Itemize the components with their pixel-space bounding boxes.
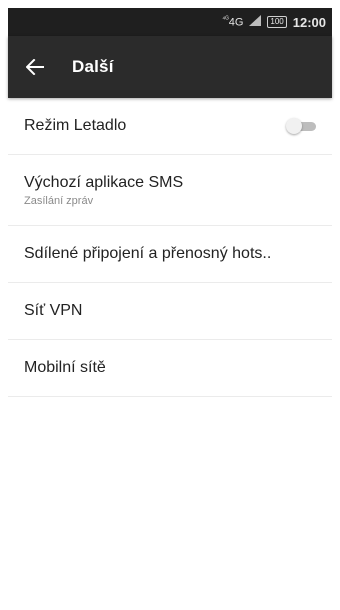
default-sms-app-label: Výchozí aplikace SMS (24, 173, 184, 191)
default-sms-app-row[interactable]: Výchozí aplikace SMS Zasílání zpráv (8, 155, 332, 226)
status-bar: ⁴ᴳ4G 100 12:00 (8, 8, 332, 36)
network-type: ⁴ᴳ4G (222, 15, 244, 29)
airplane-mode-toggle[interactable] (286, 118, 318, 134)
arrow-back-icon[interactable] (24, 56, 46, 78)
signal-icon (249, 15, 262, 29)
vpn-row[interactable]: Síť VPN (8, 283, 332, 340)
default-sms-app-value: Zasílání zpráv (24, 194, 94, 207)
screen: ⁴ᴳ4G 100 12:00 Další Režim Letadlo Výcho… (0, 0, 340, 610)
toggle-thumb (286, 118, 302, 134)
tethering-hotspot-row[interactable]: Sdílené připojení a přenosný hots.. (8, 226, 332, 283)
vpn-label: Síť VPN (24, 302, 83, 319)
app-bar: Další (8, 36, 332, 98)
mobile-networks-label: Mobilní sítě (24, 359, 106, 376)
clock: 12:00 (292, 14, 326, 30)
page-title: Další (72, 57, 114, 76)
settings-list: Režim Letadlo Výchozí aplikace SMS Zasíl… (8, 98, 332, 397)
mobile-networks-row[interactable]: Mobilní sítě (8, 340, 332, 397)
battery-icon: 100 (267, 16, 287, 28)
tethering-hotspot-label: Sdílené připojení a přenosný hots.. (24, 245, 272, 262)
airplane-mode-row[interactable]: Režim Letadlo (8, 98, 332, 155)
